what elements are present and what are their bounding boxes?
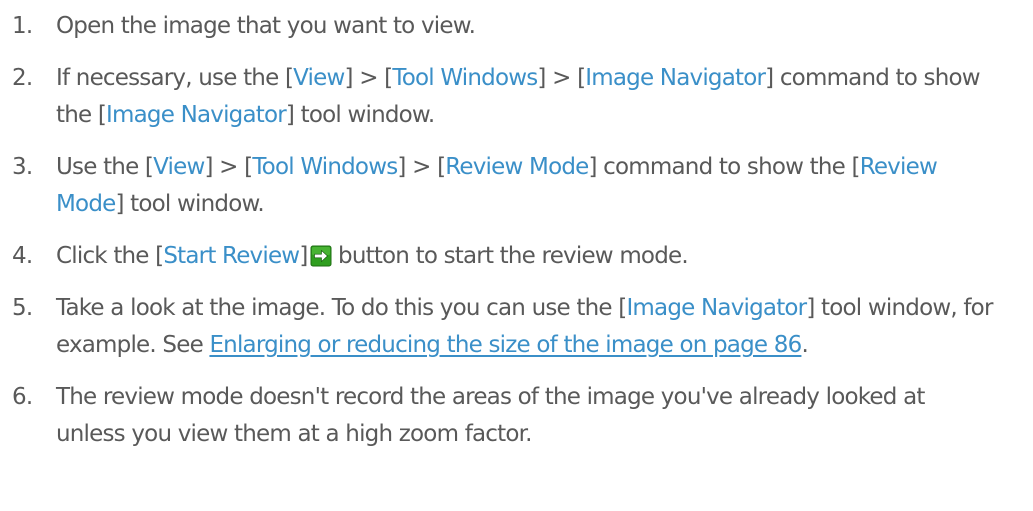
ui-term-image-navigator: Image Navigator xyxy=(585,65,766,91)
text-fragment: . xyxy=(801,332,808,358)
step-number: 4. xyxy=(12,243,33,269)
ui-term-view: View xyxy=(293,65,345,91)
step-number: 2. xyxy=(12,65,33,91)
step-number: 1. xyxy=(12,13,33,39)
text-fragment: ] > [ xyxy=(537,65,586,91)
text-fragment: ] > [ xyxy=(204,154,254,180)
step-number: 6. xyxy=(12,384,33,410)
ui-term-tool-windows: Tool Windows xyxy=(252,154,398,180)
step-3: 3. Use the [View] > [Tool Windows] > [Re… xyxy=(0,149,1033,223)
start-review-arrow-icon xyxy=(310,245,332,267)
text-fragment: ] > [ xyxy=(397,154,446,180)
ui-term-image-navigator: Image Navigator xyxy=(106,102,287,128)
ui-term-review-mode: Review Mode xyxy=(445,154,589,180)
step-text: If necessary, use the [View] > [Tool Win… xyxy=(56,60,1033,134)
step-text: Use the [View] > [Tool Windows] > [Revie… xyxy=(56,149,1033,223)
text-fragment: button to start the review mode. xyxy=(331,243,689,269)
text-fragment: ] tool window. xyxy=(115,191,264,217)
step-text: Click the [Start Review] button to start… xyxy=(56,238,1033,275)
step-2: 2. If necessary, use the [View] > [Tool … xyxy=(0,60,1033,134)
cross-reference-link[interactable]: Enlarging or reducing the size of the im… xyxy=(209,332,802,358)
step-text: Take a look at the image. To do this you… xyxy=(56,290,1033,364)
step-text: The review mode doesn't record the areas… xyxy=(56,384,925,447)
text-fragment: ] xyxy=(299,243,308,269)
text-fragment: ] tool window. xyxy=(285,102,435,128)
text-fragment: ] command to show the [ xyxy=(588,154,861,180)
ui-term-start-review: Start Review xyxy=(163,243,300,269)
text-fragment: If necessary, use the [ xyxy=(56,65,294,91)
step-1: 1. Open the image that you want to view. xyxy=(0,8,1033,45)
step-number: 5. xyxy=(12,295,33,321)
instruction-steps-list: 1. Open the image that you want to view.… xyxy=(0,0,1033,453)
step-text: Open the image that you want to view. xyxy=(56,13,476,39)
ui-term-tool-windows: Tool Windows xyxy=(392,65,538,91)
step-6: 6. The review mode doesn't record the ar… xyxy=(0,379,1033,453)
text-fragment: Take a look at the image. To do this you… xyxy=(56,295,627,321)
step-5: 5. Take a look at the image. To do this … xyxy=(0,290,1033,364)
text-fragment: ] > [ xyxy=(344,65,394,91)
text-fragment: Use the [ xyxy=(56,154,154,180)
ui-term-image-navigator: Image Navigator xyxy=(626,295,807,321)
step-number: 3. xyxy=(12,154,33,180)
ui-term-view: View xyxy=(153,154,205,180)
step-4: 4. Click the [Start Review] button to st… xyxy=(0,238,1033,275)
text-fragment: Click the [ xyxy=(56,243,164,269)
